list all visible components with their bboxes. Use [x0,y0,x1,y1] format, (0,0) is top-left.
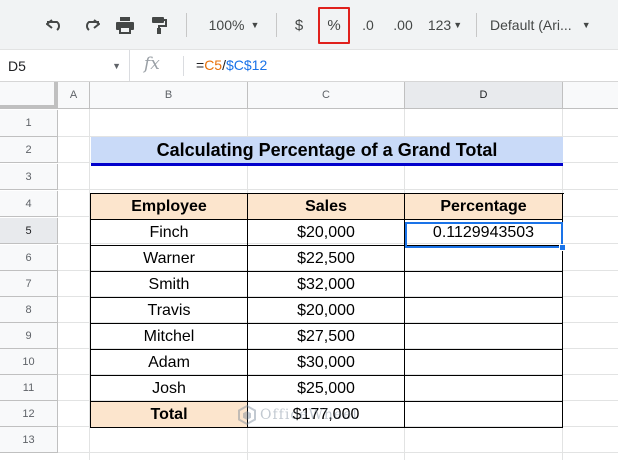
formula-input[interactable]: =C5/$C$12 [196,57,267,73]
column-header-a[interactable]: A [58,82,90,109]
chevron-down-icon: ▼ [581,20,591,30]
row-header-11[interactable]: 11 [0,375,58,401]
more-formats-label: 123 [427,17,452,33]
row-header-13[interactable]: 13 [0,427,58,453]
row-header-6[interactable]: 6 [0,245,58,271]
percent-format-button[interactable]: % [318,7,350,44]
function-icon: fx [144,54,160,74]
gridline-horizontal [58,452,618,453]
sheet-title: Calculating Percentage of a Grand Total [91,137,563,166]
row-header-12[interactable]: 12 [0,401,58,427]
toolbar: 100% ▼ $ % .0 .00 123 ▼ Default (Ari... … [0,0,618,50]
font-family-value: Default (Ari... [490,17,572,33]
column-header-e[interactable] [563,82,618,109]
chevron-down-icon: ▼ [250,20,260,30]
currency-format-button[interactable]: $ [287,9,311,41]
column-header-c[interactable]: C [248,82,405,109]
cell-reference: D5 [8,57,26,74]
name-box[interactable]: D5 ▼ [0,50,130,81]
column-header-b[interactable]: B [90,82,248,109]
formula-bar: D5 ▼ fx =C5/$C$12 [0,50,618,82]
gridline-horizontal [58,189,618,190]
formula-divider [183,56,184,76]
row-header-5[interactable]: 5 [0,218,58,244]
chevron-down-icon: ▼ [453,20,463,30]
zoom-select[interactable]: 100% ▼ [198,9,270,41]
undo-icon[interactable] [40,9,70,41]
row-header-3[interactable]: 3 [0,164,58,190]
data-table [90,193,564,428]
font-family-select[interactable]: Default (Ari... ▼ [490,9,610,41]
column-header-d[interactable]: D [405,82,563,109]
more-formats-button[interactable]: 123 ▼ [424,9,466,41]
zoom-value: 100% [208,17,245,33]
row-header-1[interactable]: 1 [0,110,58,137]
row-header-2[interactable]: 2 [0,137,58,163]
formula-equals: = [196,57,205,73]
row-header-4[interactable]: 4 [0,191,58,217]
chevron-down-icon: ▼ [112,61,121,71]
toolbar-divider [476,13,477,37]
row-header-8[interactable]: 8 [0,297,58,323]
row-header-10[interactable]: 10 [0,349,58,375]
toolbar-divider [276,13,277,37]
paint-format-icon[interactable] [144,9,174,41]
redo-icon[interactable] [76,9,106,41]
toolbar-divider [186,13,187,37]
row-header-7[interactable]: 7 [0,271,58,297]
increase-decimal-label: .00 [393,17,413,33]
decrease-decimal-button[interactable]: .0 [354,9,382,41]
formula-ref-c5: C5 [204,57,223,73]
increase-decimal-button[interactable]: .00 [388,9,418,41]
print-icon[interactable] [110,9,140,41]
formula-ref-c12: $C$12 [225,57,268,73]
decrease-decimal-label: .0 [362,17,374,33]
select-all-corner[interactable] [0,82,58,109]
row-header-9[interactable]: 9 [0,323,58,349]
